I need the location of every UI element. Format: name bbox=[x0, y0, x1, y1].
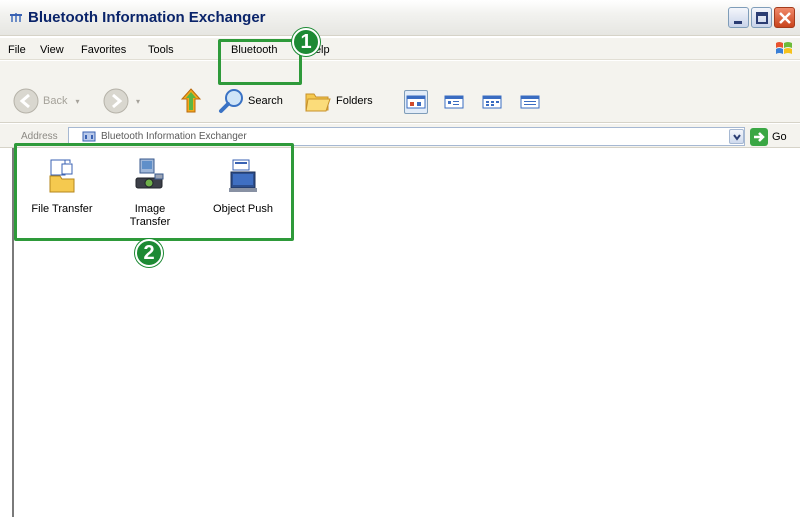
view-thumbnails-button[interactable] bbox=[404, 90, 428, 114]
go-button[interactable]: Go bbox=[750, 128, 787, 146]
folders-label: Folders bbox=[336, 95, 373, 107]
address-value: Bluetooth Information Exchanger bbox=[101, 131, 247, 142]
thumbnails-view-icon bbox=[406, 95, 426, 109]
bluetooth-location-icon bbox=[82, 131, 96, 142]
view-details-button[interactable] bbox=[518, 90, 542, 114]
view-tiles-button[interactable] bbox=[442, 90, 466, 114]
close-button[interactable] bbox=[774, 7, 795, 28]
menu-view[interactable]: View bbox=[40, 44, 64, 56]
forward-dropdown-icon[interactable]: ▾ bbox=[136, 97, 140, 106]
up-folder-button[interactable] bbox=[176, 86, 206, 116]
menu-tools[interactable]: Tools bbox=[148, 44, 174, 56]
go-label: Go bbox=[772, 131, 787, 143]
back-label: Back bbox=[43, 95, 68, 107]
explorer-window: Bluetooth Information Exchanger File Vie… bbox=[0, 0, 800, 517]
address-dropdown-button[interactable] bbox=[729, 129, 744, 144]
up-arrow-icon bbox=[180, 88, 202, 113]
view-icons-button[interactable] bbox=[480, 90, 504, 114]
back-arrow-icon bbox=[13, 88, 39, 114]
tiles-view-icon bbox=[444, 95, 464, 109]
minimize-icon bbox=[734, 21, 742, 24]
bluetooth-menu-highlight bbox=[218, 39, 302, 85]
windows-logo-icon bbox=[776, 42, 792, 54]
window-title: Bluetooth Information Exchanger bbox=[28, 9, 266, 26]
bluetooth-app-icon bbox=[10, 13, 22, 22]
search-icon bbox=[219, 89, 243, 113]
go-arrow-icon bbox=[750, 128, 768, 146]
chevron-down-icon bbox=[733, 134, 741, 141]
title-bar[interactable]: Bluetooth Information Exchanger bbox=[0, 0, 800, 36]
folder-icon bbox=[305, 93, 331, 112]
close-icon bbox=[779, 12, 791, 24]
search-button[interactable]: Search bbox=[218, 87, 283, 115]
maximize-icon bbox=[756, 12, 768, 24]
forward-arrow-icon bbox=[103, 88, 129, 114]
folders-button[interactable]: Folders bbox=[304, 88, 373, 114]
forward-button[interactable]: ▾ bbox=[102, 87, 140, 115]
icons-view-icon bbox=[482, 95, 502, 109]
back-button[interactable]: Back ▾ bbox=[12, 87, 79, 115]
callout-1: 1 bbox=[292, 28, 320, 56]
address-label: Address bbox=[21, 131, 58, 142]
menu-favorites[interactable]: Favorites bbox=[81, 44, 126, 56]
minimize-button[interactable] bbox=[728, 7, 749, 28]
services-highlight bbox=[14, 143, 294, 241]
callout-2: 2 bbox=[135, 239, 163, 267]
menu-file[interactable]: File bbox=[8, 44, 26, 56]
search-label: Search bbox=[248, 95, 283, 107]
back-dropdown-icon[interactable]: ▾ bbox=[75, 97, 79, 106]
details-view-icon bbox=[520, 95, 540, 109]
maximize-button[interactable] bbox=[751, 7, 772, 28]
